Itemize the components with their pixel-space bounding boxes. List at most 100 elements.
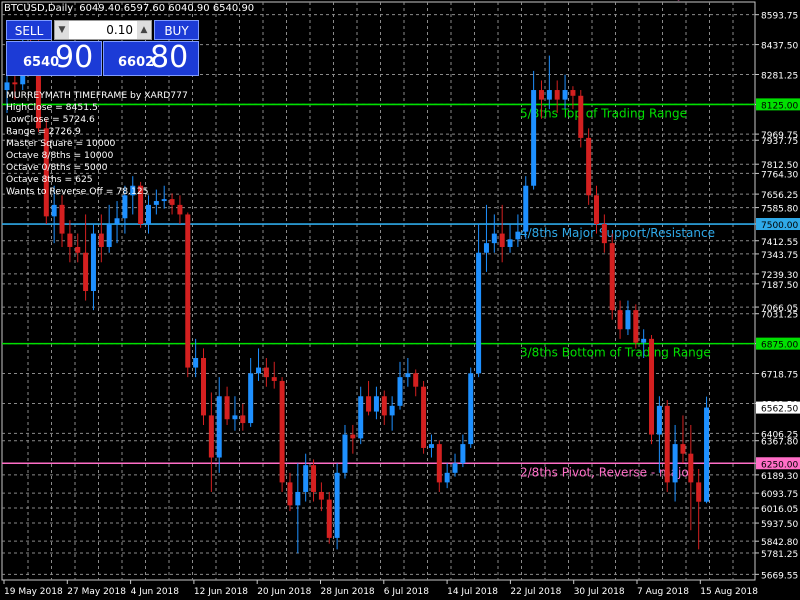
candle-body: [177, 204, 183, 215]
x-tick-label: 6 Jul 2018: [384, 587, 429, 597]
candle-body: [295, 491, 301, 506]
candle-body: [617, 310, 623, 330]
info-line: Octave 8ths = 625: [6, 174, 93, 185]
y-tick-label: 5842.80: [761, 538, 798, 548]
candle-body: [428, 444, 434, 448]
x-tick-label: 12 Jun 2018: [194, 587, 248, 597]
candle-body: [193, 357, 199, 368]
candle-body: [641, 338, 647, 343]
info-line: Range = 2726.9: [6, 126, 81, 137]
candle-body: [114, 218, 120, 225]
y-tick-label: 7937.75: [761, 137, 798, 147]
candle-body: [696, 482, 702, 502]
x-tick-label: 14 Jul 2018: [447, 587, 498, 597]
info-line: LowClose = 5724.6: [6, 114, 95, 125]
candle-body: [334, 472, 340, 538]
candle-body: [232, 415, 238, 420]
indicator-info: MURREYMATH TIMEFRAME by XARD777 HighClos…: [6, 90, 188, 198]
candle-body: [12, 82, 18, 85]
candle-body: [554, 90, 560, 100]
candle-body: [145, 204, 151, 225]
candle-body: [153, 201, 159, 205]
candle-body: [240, 415, 246, 424]
candle-body: [263, 367, 269, 378]
lot-increase-icon[interactable]: ▲: [137, 21, 151, 39]
y-tick-label: 8593.75: [761, 12, 798, 22]
candle-body: [452, 463, 458, 473]
y-tick-label: 7239.30: [761, 271, 798, 281]
candle-body: [515, 231, 521, 240]
candle-body: [216, 396, 222, 458]
y-tick-label: 7412.55: [761, 238, 798, 248]
sell-price-big: 90: [55, 40, 94, 75]
one-click-trading-panel: SELL ▼ 0.10 ▲ BUY 6540 90 6602 80: [6, 20, 199, 76]
candle-body: [51, 204, 57, 217]
info-line: MURREYMATH TIMEFRAME by XARD777: [6, 90, 188, 101]
lot-decrease-icon[interactable]: ▼: [55, 21, 69, 39]
x-tick-label: 20 Jun 2018: [257, 587, 311, 597]
candle-body: [381, 396, 387, 416]
sell-button[interactable]: SELL: [6, 20, 52, 40]
candle-body: [397, 377, 403, 406]
candle-body: [106, 224, 112, 247]
y-tick-label: 6718.75: [761, 371, 798, 381]
candle-body: [83, 252, 89, 291]
candle-body: [271, 377, 277, 381]
candle-body: [444, 472, 450, 483]
y-tick-label: 6189.30: [761, 472, 798, 482]
candle-body: [507, 239, 513, 247]
candle-body: [373, 396, 379, 412]
x-tick-label: 19 May 2018: [4, 587, 63, 597]
x-tick-label: 27 May 2018: [67, 587, 126, 597]
lot-size-value[interactable]: 0.10: [71, 21, 135, 39]
buy-button[interactable]: BUY: [154, 20, 199, 40]
info-line: Octave 0/8ths = 5000: [6, 162, 108, 173]
candle-body: [90, 233, 96, 291]
y-tick-label: 7585.80: [761, 205, 798, 215]
candle-body: [279, 380, 285, 483]
murrey-level-label: 3/8ths Bottom of Trading Range: [520, 346, 711, 360]
candle-body: [523, 185, 529, 232]
candle-body: [350, 434, 356, 439]
candle-body: [483, 243, 489, 253]
y-tick-label: 7187.50: [761, 281, 798, 291]
murrey-level-label: 6/8ths Pivot, Reverse - major: [520, 0, 694, 1]
candle-body: [688, 453, 694, 483]
candle-body: [594, 195, 599, 225]
candle-body: [389, 405, 395, 416]
candle-body: [169, 199, 175, 205]
lot-size-field[interactable]: ▼ 0.10 ▲: [54, 20, 152, 40]
y-tick-label: 6367.80: [761, 438, 798, 448]
buy-price-button[interactable]: 6602 80: [103, 40, 199, 76]
candle-body: [248, 373, 254, 424]
candle-body: [460, 444, 466, 464]
y-tick-label: 7656.25: [761, 191, 798, 201]
candle-body: [98, 233, 104, 247]
y-tick-label: 7764.30: [761, 170, 798, 180]
x-tick-label: 30 Jul 2018: [574, 587, 625, 597]
info-line: HighClose = 8451.5: [6, 102, 98, 113]
chart-title: BTCUSD,Daily 6049.40 6597.60 6040.90 6540…: [4, 3, 254, 14]
candle-body: [436, 444, 442, 483]
candle-body: [224, 396, 230, 420]
plot-frame: [1, 1, 756, 581]
candle-body: [570, 90, 576, 96]
x-tick-label: 7 Aug 2018: [637, 587, 689, 597]
y-tick-label: 7031.25: [761, 311, 798, 321]
y-tick-label: 6093.75: [761, 490, 798, 500]
candle-body: [405, 373, 411, 378]
candle-body: [59, 204, 65, 234]
candle-body: [578, 95, 584, 138]
x-tick-label: 15 Aug 2018: [700, 587, 758, 597]
candle-body: [67, 233, 73, 247]
candle-body: [664, 405, 670, 483]
y-tick-label: 8125.00: [761, 101, 798, 111]
candle-body: [256, 367, 262, 374]
y-tick-label: 6250.00: [761, 460, 798, 470]
candle-body: [562, 90, 568, 100]
sell-price-button[interactable]: 6540 90: [6, 40, 102, 76]
candle-body: [633, 310, 639, 343]
candle-body: [201, 357, 206, 416]
candle-body: [625, 310, 631, 330]
candle-body: [491, 233, 497, 244]
